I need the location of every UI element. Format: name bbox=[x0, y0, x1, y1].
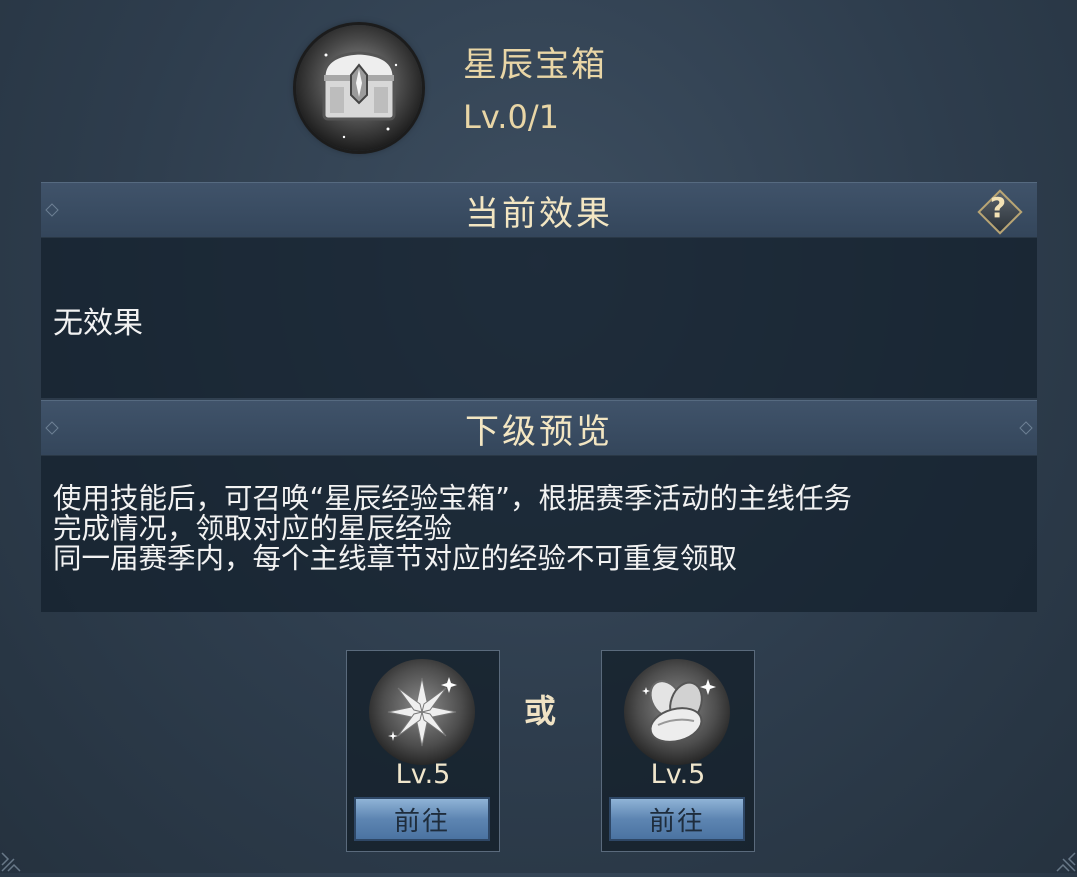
current-effect-title: 当前效果 bbox=[465, 193, 613, 234]
crystal-burst-icon bbox=[369, 659, 475, 765]
next-preview-description: 使用技能后，可召唤“星辰经验宝箱”，根据赛季活动的主线任务 完成情况，领取对应的… bbox=[53, 484, 1035, 574]
next-preview-panel: 下级预览 使用技能后，可召唤“星辰经验宝箱”，根据赛季活动的主线任务 完成情况，… bbox=[41, 400, 1037, 612]
go-button[interactable]: 前往 bbox=[609, 797, 745, 841]
option-level: Lv.5 bbox=[650, 759, 706, 790]
or-label: 或 bbox=[524, 692, 557, 730]
corner-ornament-right bbox=[1047, 843, 1077, 873]
option-card-seeds: Lv.5 前往 bbox=[601, 650, 755, 852]
seed-stones-icon bbox=[624, 659, 730, 765]
header-ornament-right bbox=[1019, 421, 1033, 435]
corner-ornament-left bbox=[0, 843, 30, 873]
current-effect-panel: 当前效果 ? 无效果 bbox=[41, 182, 1037, 398]
option-card-crystal: Lv.5 前往 bbox=[346, 650, 500, 852]
current-effect-text: 无效果 bbox=[53, 306, 143, 341]
go-button[interactable]: 前往 bbox=[354, 797, 490, 841]
item-title: 星辰宝箱 bbox=[463, 45, 607, 85]
option-level: Lv.5 bbox=[395, 759, 451, 790]
description-line: 使用技能后，可召唤“星辰经验宝箱”，根据赛季活动的主线任务 bbox=[53, 482, 853, 515]
item-level: Lv.0/1 bbox=[463, 98, 559, 136]
header-ornament-left bbox=[45, 203, 59, 217]
description-line: 完成情况，领取对应的星辰经验 bbox=[53, 512, 453, 545]
header-ornament-left bbox=[45, 421, 59, 435]
next-preview-title: 下级预览 bbox=[465, 411, 613, 452]
star-chest-icon bbox=[296, 25, 422, 151]
next-preview-header: 下级预览 bbox=[41, 400, 1037, 456]
description-line: 同一届赛季内，每个主线章节对应的经验不可重复领取 bbox=[53, 542, 738, 575]
help-icon-label: ? bbox=[989, 191, 1007, 224]
current-effect-header: 当前效果 ? bbox=[41, 182, 1037, 238]
help-icon[interactable]: ? bbox=[977, 189, 1023, 235]
